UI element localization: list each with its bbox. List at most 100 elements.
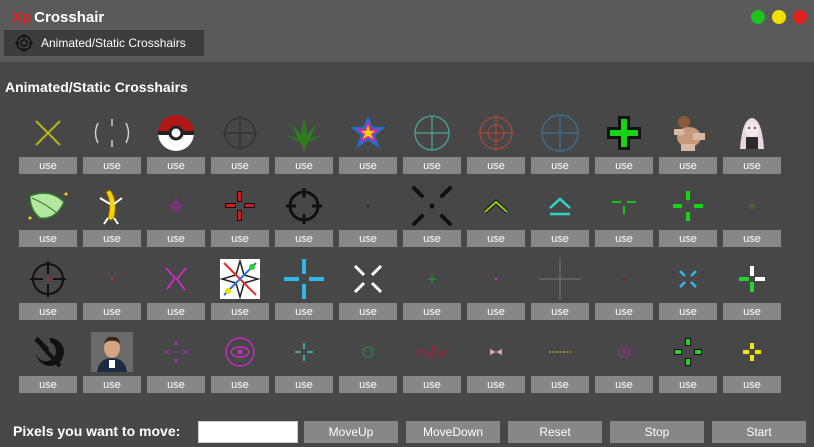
dark-red-dot-crosshair-icon — [595, 254, 653, 304]
use-button[interactable]: use — [595, 230, 653, 247]
crosshair-item: use — [467, 250, 525, 323]
use-button[interactable]: use — [19, 157, 77, 174]
minimize-button[interactable] — [751, 10, 765, 24]
crosshair-item: use — [659, 177, 717, 250]
use-button[interactable]: use — [659, 230, 717, 247]
use-button[interactable]: use — [595, 303, 653, 320]
move-down-button[interactable]: MoveDown — [406, 421, 500, 443]
use-button[interactable]: use — [147, 303, 205, 320]
crosshair-item: use — [595, 323, 653, 396]
pixels-input[interactable] — [198, 421, 298, 443]
crosshair-item: use — [211, 104, 269, 177]
pink-eye-crosshair-icon — [211, 327, 269, 377]
black-scope-crosshair-icon — [19, 254, 77, 304]
gray-thin-cross-crosshair-icon — [531, 254, 589, 304]
dot-crosshair-icon — [339, 181, 397, 231]
white-x-crosshair-icon — [339, 254, 397, 304]
red-scribble-crosshair-icon — [403, 327, 461, 377]
use-button[interactable]: use — [275, 230, 333, 247]
tab-animated-static-crosshairs[interactable]: Animated/Static Crosshairs — [4, 30, 204, 56]
use-button[interactable]: use — [403, 303, 461, 320]
use-button[interactable]: use — [19, 230, 77, 247]
crosshair-item: use — [531, 177, 589, 250]
use-button[interactable]: use — [339, 157, 397, 174]
reset-button[interactable]: Reset — [508, 421, 602, 443]
use-button[interactable]: use — [211, 157, 269, 174]
crosshair-item: use — [339, 177, 397, 250]
green-white-cross-crosshair-icon — [723, 254, 781, 304]
use-button[interactable]: use — [531, 303, 589, 320]
crosshair-item: use — [211, 323, 269, 396]
crosshair-item: use — [595, 177, 653, 250]
use-button[interactable]: use — [339, 376, 397, 393]
blue-scope-crosshair-icon — [531, 108, 589, 158]
start-button[interactable]: Start — [712, 421, 806, 443]
move-up-button[interactable]: MoveUp — [304, 421, 398, 443]
use-button[interactable]: use — [467, 157, 525, 174]
use-button[interactable]: use — [275, 157, 333, 174]
use-button[interactable]: use — [339, 303, 397, 320]
maximize-button[interactable] — [772, 10, 786, 24]
use-button[interactable]: use — [275, 303, 333, 320]
use-button[interactable]: use — [723, 376, 781, 393]
crosshair-item: use — [339, 250, 397, 323]
use-button[interactable]: use — [211, 303, 269, 320]
rainbow-burst-crosshair-icon — [211, 254, 269, 304]
crosshair-grid: use use use use use use use use use use … — [19, 104, 781, 396]
yellow-x-crosshair-icon — [19, 108, 77, 158]
use-button[interactable]: use — [403, 157, 461, 174]
small-purple-crosshair-icon — [147, 181, 205, 231]
use-button[interactable]: use — [211, 376, 269, 393]
use-button[interactable]: use — [595, 376, 653, 393]
use-button[interactable]: use — [403, 376, 461, 393]
pokeball-crosshair-icon — [147, 108, 205, 158]
use-button[interactable]: use — [595, 157, 653, 174]
use-button[interactable]: use — [83, 303, 141, 320]
use-button[interactable]: use — [339, 230, 397, 247]
use-button[interactable]: use — [723, 157, 781, 174]
use-button[interactable]: use — [403, 230, 461, 247]
tiny-green-plus-crosshair-icon — [403, 254, 461, 304]
tiny-green-crosshair-icon — [723, 181, 781, 231]
crosshair-item: use — [723, 250, 781, 323]
crosshair-item: use — [467, 104, 525, 177]
use-button[interactable]: use — [147, 157, 205, 174]
use-button[interactable]: use — [659, 157, 717, 174]
use-button[interactable]: use — [531, 376, 589, 393]
use-button[interactable]: use — [147, 376, 205, 393]
crosshair-item: use — [147, 104, 205, 177]
use-button[interactable]: use — [147, 230, 205, 247]
crosshair-item: use — [403, 323, 461, 396]
use-button[interactable]: use — [211, 230, 269, 247]
use-button[interactable]: use — [19, 303, 77, 320]
red-dot-crosshair-icon — [83, 254, 141, 304]
use-button[interactable]: use — [83, 376, 141, 393]
use-button[interactable]: use — [83, 230, 141, 247]
tab-label: Animated/Static Crosshairs — [41, 36, 186, 50]
pink-bow-crosshair-icon — [467, 327, 525, 377]
crosshair-item: use — [83, 323, 141, 396]
use-button[interactable]: use — [467, 303, 525, 320]
crosshair-item: use — [83, 177, 141, 250]
stop-button[interactable]: Stop — [610, 421, 704, 443]
crosshair-item: use — [211, 250, 269, 323]
green-dashed-crosshair-icon — [659, 181, 717, 231]
crosshair-item: use — [19, 104, 77, 177]
use-button[interactable]: use — [723, 230, 781, 247]
use-button[interactable]: use — [723, 303, 781, 320]
use-button[interactable]: use — [659, 376, 717, 393]
use-button[interactable]: use — [531, 230, 589, 247]
use-button[interactable]: use — [467, 376, 525, 393]
use-button[interactable]: use — [467, 230, 525, 247]
use-button[interactable]: use — [659, 303, 717, 320]
crosshair-item: use — [275, 104, 333, 177]
rainbow-star-crosshair-icon — [339, 108, 397, 158]
crosshair-item: use — [147, 323, 205, 396]
use-button[interactable]: use — [275, 376, 333, 393]
close-button[interactable] — [793, 10, 807, 24]
crosshair-item: use — [403, 177, 461, 250]
use-button[interactable]: use — [83, 157, 141, 174]
crosshair-item: use — [723, 177, 781, 250]
use-button[interactable]: use — [531, 157, 589, 174]
use-button[interactable]: use — [19, 376, 77, 393]
